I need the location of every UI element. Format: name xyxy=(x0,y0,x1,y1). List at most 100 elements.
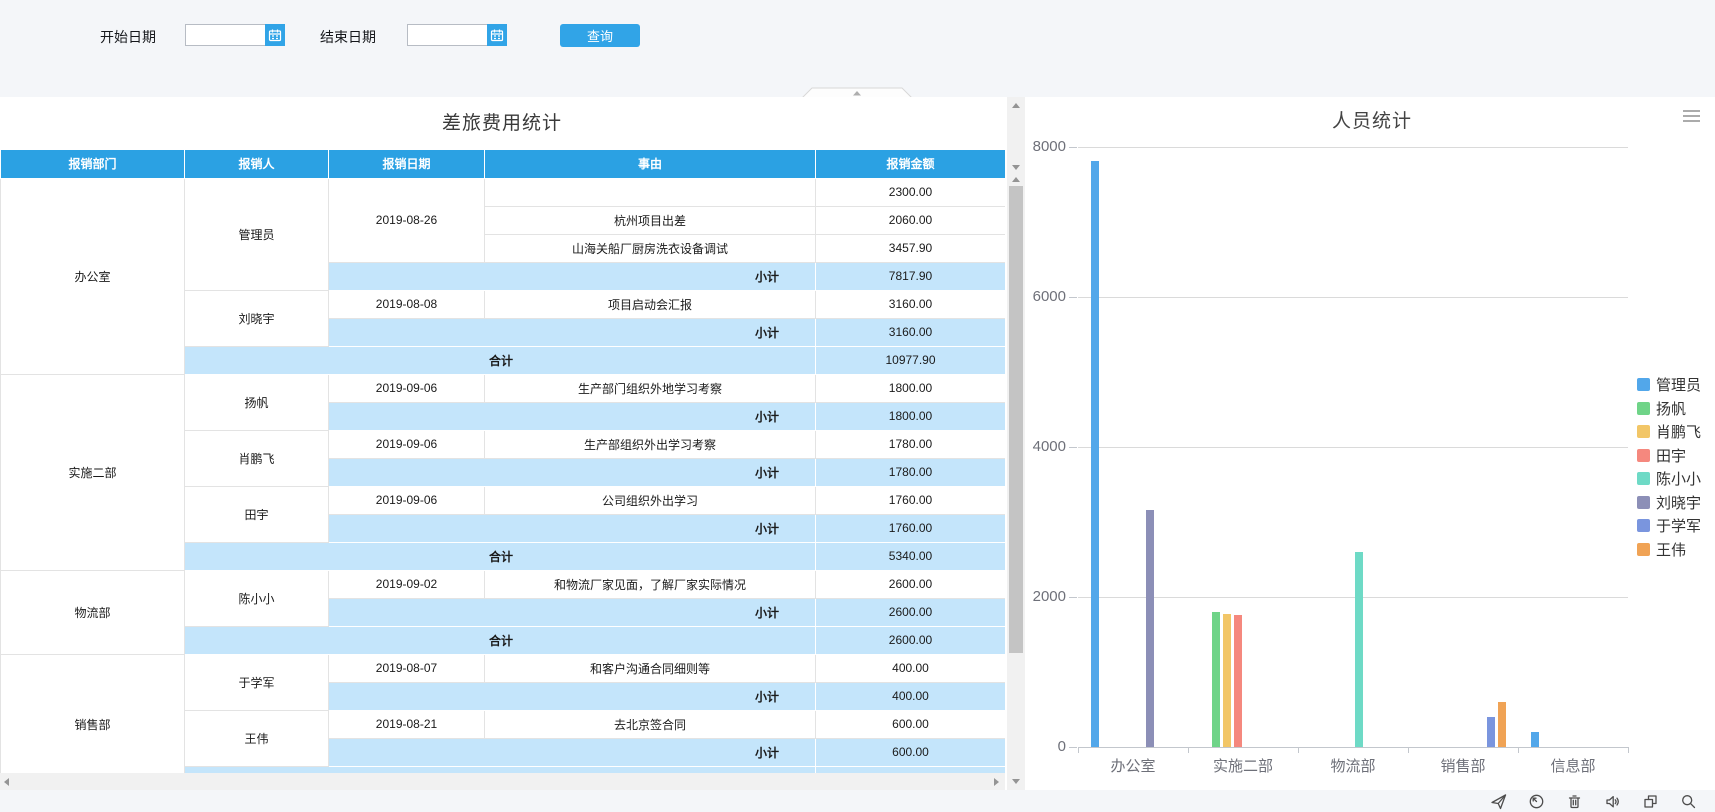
cell-date: 2019-09-06 xyxy=(329,430,485,458)
chart-bar-刘晓宇[interactable] xyxy=(1146,510,1154,747)
send-icon[interactable] xyxy=(1490,793,1507,810)
cell-dept: 销售部 xyxy=(1,654,185,773)
chart-bar-王伟[interactable] xyxy=(1498,702,1506,747)
legend-item-于学军[interactable]: 于学军 xyxy=(1637,515,1701,536)
y-axis-label: 0 xyxy=(1006,738,1066,756)
cell-date: 2019-08-21 xyxy=(329,710,485,738)
cell-person: 管理员 xyxy=(185,178,329,290)
cell-date: 2019-09-06 xyxy=(329,374,485,402)
legend-swatch xyxy=(1637,402,1650,415)
trash-icon[interactable] xyxy=(1566,793,1583,810)
cell-amt: 10977.90 xyxy=(816,346,1006,374)
cell-label: 合计 xyxy=(185,766,816,773)
gridline xyxy=(1078,297,1628,298)
personnel-chart-panel xyxy=(1030,97,1715,790)
cell-date: 2019-08-07 xyxy=(329,654,485,682)
x-axis-line xyxy=(1078,747,1628,748)
cell-person: 陈小小 xyxy=(185,570,329,626)
chart-bar-管理员[interactable] xyxy=(1091,161,1099,747)
legend-item-王伟[interactable]: 王伟 xyxy=(1637,539,1686,560)
legend-swatch xyxy=(1637,543,1650,556)
scrollbar-thumb[interactable] xyxy=(1009,186,1023,653)
chart-bar-扬帆[interactable] xyxy=(1212,612,1220,747)
legend-swatch xyxy=(1637,378,1650,391)
expense-table-panel: 差旅费用统计 报销部门报销人报销日期事由报销金额办公室管理员2019-08-26… xyxy=(0,97,1005,790)
cell-date: 2019-08-26 xyxy=(329,178,485,262)
legend-label: 扬帆 xyxy=(1656,398,1686,419)
cell-amt: 2600.00 xyxy=(816,626,1006,654)
windows-icon[interactable] xyxy=(1642,793,1659,810)
y-axis-tick xyxy=(1069,747,1077,748)
chart-bar-田宇[interactable] xyxy=(1234,615,1242,747)
scroll-up-arrow[interactable] xyxy=(1012,177,1020,182)
scroll-left-arrow[interactable] xyxy=(4,778,9,786)
legend-item-陈小小[interactable]: 陈小小 xyxy=(1637,468,1701,489)
gridline xyxy=(1078,447,1628,448)
legend-label: 于学军 xyxy=(1656,515,1701,536)
end-date-calendar-button[interactable] xyxy=(487,24,507,46)
scroll-up-arrow[interactable] xyxy=(1012,103,1020,108)
cell-person: 扬帆 xyxy=(185,374,329,430)
expense-table-viewport: 报销部门报销人报销日期事由报销金额办公室管理员2019-08-262300.00… xyxy=(0,150,1005,773)
cell-amt: 2300.00 xyxy=(816,178,1006,206)
chart-bar-陈小小[interactable] xyxy=(1355,552,1363,747)
cell-amt: 3457.90 xyxy=(816,234,1006,262)
legend-label: 陈小小 xyxy=(1656,468,1701,489)
scroll-right-arrow[interactable] xyxy=(994,778,999,786)
search-icon[interactable] xyxy=(1680,793,1697,810)
y-axis-tick xyxy=(1069,297,1077,298)
legend-item-扬帆[interactable]: 扬帆 xyxy=(1637,398,1686,419)
cell-label: 小计 xyxy=(329,514,816,542)
cell-label: 合计 xyxy=(185,346,816,374)
legend-item-田宇[interactable]: 田宇 xyxy=(1637,445,1686,466)
x-axis-label: 信息部 xyxy=(1518,755,1628,776)
cell-label: 小计 xyxy=(329,402,816,430)
start-date-group xyxy=(185,24,285,46)
column-header: 报销人 xyxy=(185,150,329,178)
cell-label: 小计 xyxy=(329,738,816,766)
cell-amt: 1800.00 xyxy=(816,374,1006,402)
y-axis-tick xyxy=(1069,447,1077,448)
gauge-icon[interactable] xyxy=(1528,793,1545,810)
cell-amt: 2060.00 xyxy=(816,206,1006,234)
scroll-down-arrow[interactable] xyxy=(1012,165,1020,170)
x-axis-tick xyxy=(1078,747,1079,753)
cell-amt: 1780.00 xyxy=(816,458,1006,486)
footer-toolbar xyxy=(0,790,1715,812)
table-row: 销售部于学军2019-08-07和客户沟通合同细则等400.00 xyxy=(1,654,1006,682)
end-date-input[interactable] xyxy=(407,24,487,46)
cell-amt: 1760.00 xyxy=(816,514,1006,542)
legend-swatch xyxy=(1637,449,1650,462)
legend-swatch xyxy=(1637,519,1650,532)
filter-bar: 开始日期 结束日期 查询 xyxy=(0,0,1715,97)
menu-icon[interactable] xyxy=(1683,110,1700,125)
cell-amt: 1780.00 xyxy=(816,430,1006,458)
cell-label: 合计 xyxy=(185,542,816,570)
legend-item-肖鹏飞[interactable]: 肖鹏飞 xyxy=(1637,421,1701,442)
start-date-input[interactable] xyxy=(185,24,265,46)
start-date-calendar-button[interactable] xyxy=(265,24,285,46)
cell-reason xyxy=(485,178,816,206)
cell-label: 小计 xyxy=(329,458,816,486)
chart-bar-肖鹏飞[interactable] xyxy=(1223,614,1231,748)
legend-item-管理员[interactable]: 管理员 xyxy=(1637,374,1701,395)
cell-label: 小计 xyxy=(329,318,816,346)
x-axis-label: 实施二部 xyxy=(1188,755,1298,776)
x-axis-label: 物流部 xyxy=(1298,755,1408,776)
chart-bar-管理员[interactable] xyxy=(1531,732,1539,747)
legend-item-刘晓宇[interactable]: 刘晓宇 xyxy=(1637,492,1701,513)
chart-bar-于学军[interactable] xyxy=(1487,717,1495,747)
cell-amt: 3160.00 xyxy=(816,290,1006,318)
horizontal-scrollbar[interactable] xyxy=(0,773,1005,790)
y-axis-label: 8000 xyxy=(1006,138,1066,156)
speaker-icon[interactable] xyxy=(1604,793,1621,810)
query-button[interactable]: 查询 xyxy=(560,24,640,47)
table-title: 差旅费用统计 xyxy=(302,108,702,135)
cell-person: 于学军 xyxy=(185,654,329,710)
cell-reason: 杭州项目出差 xyxy=(485,206,816,234)
x-axis-label: 办公室 xyxy=(1078,755,1188,776)
end-date-label: 结束日期 xyxy=(320,27,376,47)
cell-amt: 2600.00 xyxy=(816,598,1006,626)
cell-amt: 600.00 xyxy=(816,710,1006,738)
scroll-down-arrow[interactable] xyxy=(1012,779,1020,784)
